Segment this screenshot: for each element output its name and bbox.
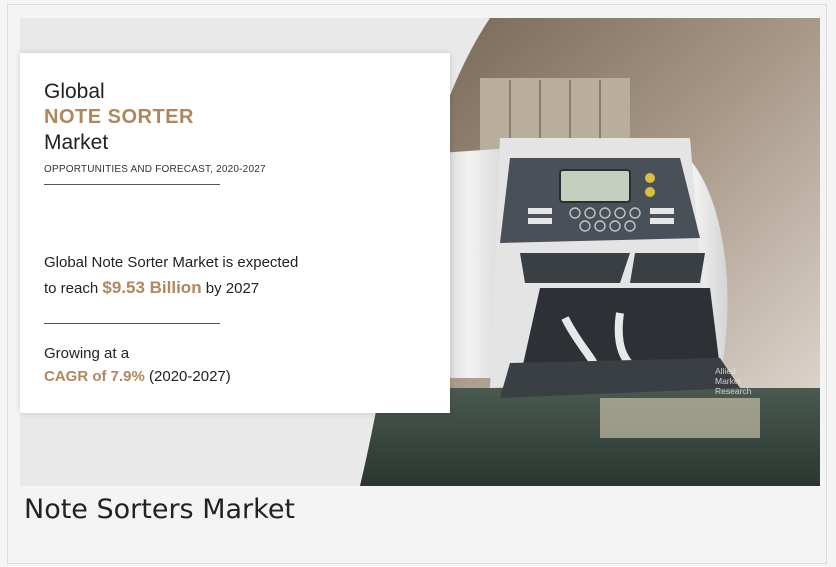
- watermark-logo: Allied Market Research: [715, 366, 751, 396]
- subheading: OPPORTUNITIES AND FORECAST, 2020-2027: [44, 164, 266, 175]
- watermark-line: Research: [715, 386, 752, 396]
- divider: [44, 184, 220, 185]
- market-value: $9.53 Billion: [102, 278, 202, 297]
- growth-line-1: Growing at a: [44, 345, 130, 362]
- expectation-prefix: to reach: [44, 280, 103, 297]
- heading-market: Market: [44, 131, 109, 154]
- heading-global: Global: [44, 80, 105, 103]
- watermark-line: Allied: [715, 366, 736, 376]
- watermark-line: Market: [715, 376, 741, 386]
- growth-line-2: CAGR of 7.9% (2020-2027): [44, 368, 231, 385]
- expectation-suffix: by 2027: [201, 280, 260, 297]
- growth-period: (2020-2027): [144, 368, 231, 385]
- expectation-line-1: Global Note Sorter Market is expected: [44, 254, 299, 271]
- expectation-line-2: to reach $9.53 Billion by 2027: [44, 278, 259, 298]
- image-caption: Note Sorters Market: [24, 494, 296, 525]
- heading-brand: NOTE SORTER: [44, 106, 194, 128]
- divider: [44, 323, 220, 324]
- cagr-value: CAGR of 7.9%: [44, 368, 145, 385]
